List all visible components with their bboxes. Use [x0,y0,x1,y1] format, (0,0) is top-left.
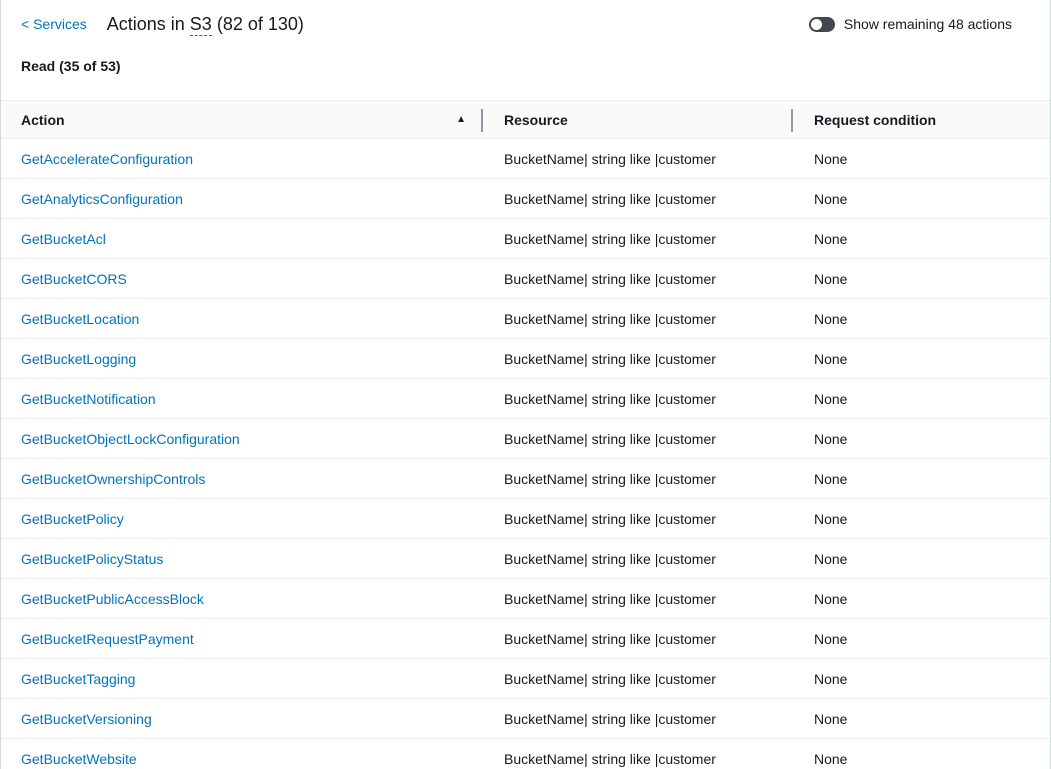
action-link[interactable]: GetBucketPublicAccessBlock [21,591,204,607]
request-condition-value: None [792,431,1050,447]
resource-value: BucketName| string like |customer [482,591,792,607]
column-header-action[interactable]: Action ▲ [1,112,482,128]
action-link[interactable]: GetBucketWebsite [21,751,137,767]
request-condition-value: None [792,151,1050,167]
panel-header: < Services Actions in S3 (82 of 130) Sho… [1,0,1050,48]
sort-ascending-icon[interactable]: ▲ [456,115,466,125]
resource-value: BucketName| string like |customer [482,711,792,727]
table-row: GetAccelerateConfiguration BucketName| s… [1,139,1050,179]
table-row: GetBucketTagging BucketName| string like… [1,659,1050,699]
resource-value: BucketName| string like |customer [482,751,792,767]
action-link[interactable]: GetBucketObjectLockConfiguration [21,431,240,447]
column-header-action-label: Action [21,112,65,128]
request-condition-value: None [792,231,1050,247]
request-condition-value: None [792,351,1050,367]
action-link[interactable]: GetBucketLogging [21,351,136,367]
action-link[interactable]: GetBucketNotification [21,391,156,407]
table-row: GetBucketVersioning BucketName| string l… [1,699,1050,739]
resource-value: BucketName| string like |customer [482,351,792,367]
request-condition-value: None [792,471,1050,487]
table-row: GetBucketPolicy BucketName| string like … [1,499,1050,539]
table-row: GetBucketRequestPayment BucketName| stri… [1,619,1050,659]
table-row: GetBucketCORS BucketName| string like |c… [1,259,1050,299]
request-condition-value: None [792,631,1050,647]
request-condition-value: None [792,311,1050,327]
action-link[interactable]: GetBucketPolicy [21,511,124,527]
action-link[interactable]: GetAccelerateConfiguration [21,151,193,167]
resource-value: BucketName| string like |customer [482,511,792,527]
column-header-resource: Resource [482,112,792,128]
show-remaining-label: Show remaining 48 actions [844,16,1012,32]
request-condition-value: None [792,591,1050,607]
action-link[interactable]: GetBucketTagging [21,671,135,687]
page-title: Actions in S3 (82 of 130) [107,14,304,35]
table-row: GetAnalyticsConfiguration BucketName| st… [1,179,1050,219]
breadcrumb-services-link[interactable]: < Services [21,16,87,32]
toggle-knob [811,19,822,30]
action-link[interactable]: GetBucketLocation [21,311,139,327]
action-link[interactable]: GetAnalyticsConfiguration [21,191,183,207]
page-title-suffix: (82 of 130) [212,14,304,34]
resource-value: BucketName| string like |customer [482,391,792,407]
resource-value: BucketName| string like |customer [482,551,792,567]
resource-value: BucketName| string like |customer [482,471,792,487]
resource-value: BucketName| string like |customer [482,271,792,287]
table-row: GetBucketWebsite BucketName| string like… [1,739,1050,769]
column-header-request-condition: Request condition [792,112,1050,128]
show-remaining-toggle[interactable] [809,17,835,32]
table-row: GetBucketAcl BucketName| string like |cu… [1,219,1050,259]
action-link[interactable]: GetBucketPolicyStatus [21,551,163,567]
request-condition-value: None [792,551,1050,567]
access-level-heading: Read (35 of 53) [1,56,1050,76]
resource-value: BucketName| string like |customer [482,151,792,167]
actions-table: Action ▲ Resource Request condition GetA… [1,100,1050,769]
request-condition-value: None [792,511,1050,527]
resource-value: BucketName| string like |customer [482,231,792,247]
request-condition-value: None [792,271,1050,287]
action-link[interactable]: GetBucketCORS [21,271,127,287]
resource-value: BucketName| string like |customer [482,671,792,687]
table-row: GetBucketPublicAccessBlock BucketName| s… [1,579,1050,619]
column-divider [481,109,483,132]
request-condition-value: None [792,671,1050,687]
action-link[interactable]: GetBucketOwnershipControls [21,471,205,487]
show-remaining-control: Show remaining 48 actions [809,16,1012,32]
table-row: GetBucketOwnershipControls BucketName| s… [1,459,1050,499]
action-link[interactable]: GetBucketRequestPayment [21,631,194,647]
resource-value: BucketName| string like |customer [482,311,792,327]
request-condition-value: None [792,751,1050,767]
table-row: GetBucketPolicyStatus BucketName| string… [1,539,1050,579]
resource-value: BucketName| string like |customer [482,191,792,207]
column-divider [791,109,793,132]
table-row: GetBucketLocation BucketName| string lik… [1,299,1050,339]
action-link[interactable]: GetBucketAcl [21,231,106,247]
table-header-row: Action ▲ Resource Request condition [1,100,1050,139]
request-condition-value: None [792,711,1050,727]
table-row: GetBucketLogging BucketName| string like… [1,339,1050,379]
request-condition-value: None [792,391,1050,407]
resource-value: BucketName| string like |customer [482,631,792,647]
page-title-prefix: Actions in [107,14,190,34]
table-row: GetBucketNotification BucketName| string… [1,379,1050,419]
resource-value: BucketName| string like |customer [482,431,792,447]
service-name-tooltip-trigger[interactable]: S3 [190,14,212,36]
actions-panel: < Services Actions in S3 (82 of 130) Sho… [0,0,1051,769]
action-link[interactable]: GetBucketVersioning [21,711,152,727]
table-row: GetBucketObjectLockConfiguration BucketN… [1,419,1050,459]
table-body: GetAccelerateConfiguration BucketName| s… [1,139,1050,769]
request-condition-value: None [792,191,1050,207]
